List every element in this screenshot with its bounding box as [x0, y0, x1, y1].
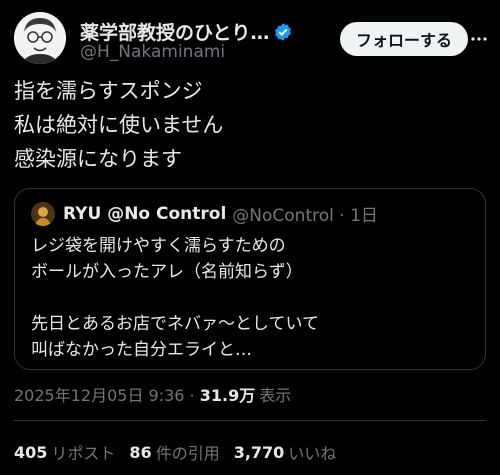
reposts-label: リポスト [51, 444, 116, 463]
quotes-label: 件の引用 [155, 444, 220, 463]
quoted-text-line [31, 285, 319, 311]
divider [14, 420, 486, 421]
tweet-timestamp[interactable]: 2025年12月05日 9:36 · [14, 382, 200, 406]
quoted-text-line: 先日とあるお店でネバァ〜としていて [31, 314, 319, 334]
author-name-row[interactable]: 薬学部教授のひとり… [80, 18, 293, 45]
more-options-icon[interactable] [466, 26, 492, 52]
quoted-text-line: ボールが入ったアレ（名前知らず） [31, 262, 303, 282]
quoted-author-name[interactable]: RYU @No Control [63, 204, 226, 224]
tweet-header: 薬学部教授のひとり… @H_Nakaminami フォローする [14, 12, 487, 64]
follow-button[interactable]: フォローする [339, 22, 468, 56]
author-handle[interactable]: @H_Nakaminami [80, 42, 225, 62]
likes-count: 3,770 [233, 442, 285, 462]
engagement-stats: 405 リポスト 86 件の引用 3,770 いいね [14, 440, 350, 464]
verified-badge-icon [275, 22, 292, 41]
likes-label: いいね [288, 444, 337, 463]
tweet-meta: 2025年12月05日 9:36 · 31.9万 表示 [14, 382, 291, 406]
quoted-tweet-text: レジ袋を開けやすく濡らすための ボールが入ったアレ（名前知らず） 先日とあるお店… [31, 233, 319, 363]
views-count: 31.9万 [199, 386, 256, 405]
quotes-count: 86 [129, 442, 152, 462]
quoted-tweet-card[interactable]: RYU @No Control @NoControl · 1日 レジ袋を開けやす… [14, 188, 486, 370]
tweet-text-line: 私は絶対に使いません [14, 113, 224, 137]
tweet-text-line: 指を濡らすスポンジ [14, 79, 203, 103]
author-display-name[interactable]: 薬学部教授のひとり… [80, 18, 269, 45]
reposts-stat[interactable]: 405 リポスト [14, 440, 115, 464]
quoted-text-line: 叫ばなかった自分エライと… [31, 340, 252, 360]
quoted-author-avatar[interactable] [31, 201, 55, 226]
quoted-tweet-header: RYU @No Control @NoControl · 1日 [31, 201, 378, 226]
reposts-count: 405 [14, 442, 48, 462]
quoted-author-handle[interactable]: @NoControl · 1日 [232, 201, 378, 226]
quoted-text-line: レジ袋を開けやすく濡らすための [31, 236, 286, 256]
author-avatar[interactable] [14, 12, 66, 64]
likes-stat[interactable]: 3,770 いいね [234, 440, 337, 464]
tweet-text: 指を濡らすスポンジ 私は絶対に使いません 感染源になります [14, 74, 484, 176]
quotes-stat[interactable]: 86 件の引用 [129, 440, 219, 464]
views-label: 表示 [259, 386, 292, 405]
tweet-text-line: 感染源になります [14, 147, 182, 171]
